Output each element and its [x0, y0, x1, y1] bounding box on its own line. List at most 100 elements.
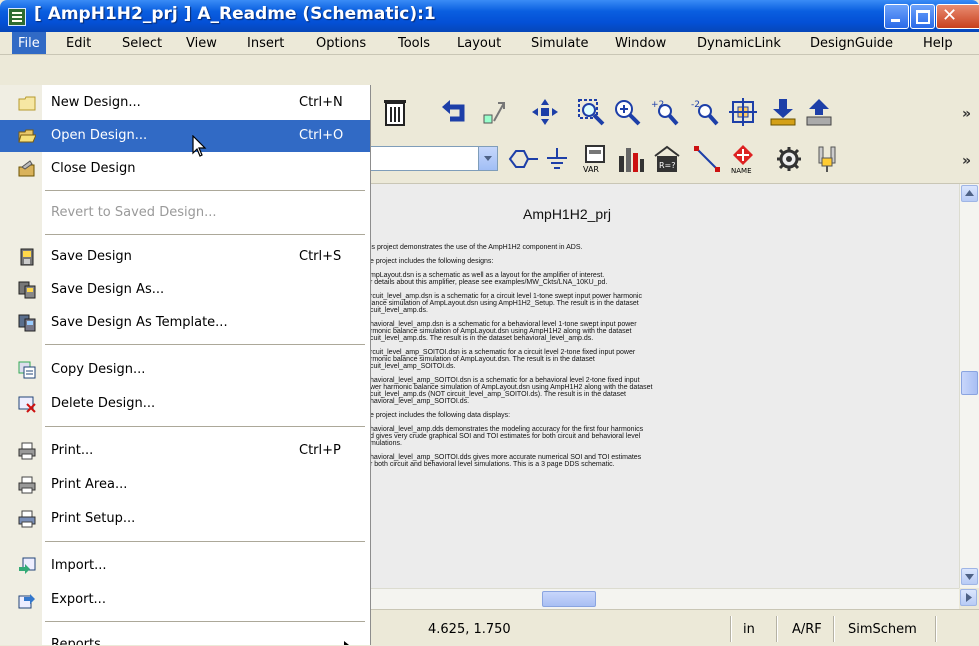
scroll-up-button[interactable] [961, 185, 978, 202]
menu-separator [45, 426, 365, 427]
document-title: AmpH1H2_prj [523, 206, 611, 222]
zoom-icon[interactable] [610, 95, 644, 129]
menu-item-close-design[interactable]: Close Design [0, 153, 370, 185]
document-paragraph: havioral_level_amp.dsn is a schematic fo… [370, 321, 637, 342]
chevron-down-icon[interactable] [478, 147, 497, 170]
rotate-icon[interactable] [478, 95, 512, 129]
view-all-icon[interactable] [726, 95, 760, 129]
menu-item-new-design[interactable]: New Design... Ctrl+N [0, 87, 370, 119]
maximize-button[interactable] [910, 4, 935, 29]
status-divider [730, 616, 732, 642]
equation-icon[interactable]: R=? [650, 142, 684, 176]
zoom-out-icon[interactable]: -2 [688, 95, 722, 129]
status-mode: SimSchem [848, 622, 917, 637]
document-paragraph: havioral_level_amp.dds demonstrates the … [370, 426, 644, 447]
save-template-icon [18, 314, 36, 332]
name-icon[interactable]: NAME [726, 142, 760, 176]
menu-window[interactable]: Window [615, 36, 666, 51]
menu-item-import[interactable]: Import... [0, 550, 370, 582]
horizontal-scroll-thumb[interactable] [542, 591, 596, 607]
print-area-icon [18, 476, 36, 494]
zoom-area-icon[interactable] [574, 95, 608, 129]
menu-item-export[interactable]: Export... [0, 584, 370, 616]
menu-view[interactable]: View [186, 36, 217, 51]
menu-separator [45, 541, 365, 542]
toolbar2-overflow-icon[interactable]: » [962, 153, 971, 169]
menu-item-print[interactable]: Print... Ctrl+P [0, 435, 370, 467]
move-icon[interactable] [528, 95, 562, 129]
new-design-icon [18, 94, 36, 112]
status-units: in [743, 622, 755, 637]
status-divider [776, 616, 778, 642]
document-paragraph: havioral_level_amp_SOITOI.dds gives more… [370, 454, 642, 468]
menu-dynamiclink[interactable]: DynamicLink [697, 36, 781, 51]
menu-item-reports[interactable]: Reports [0, 629, 370, 645]
component-library-icon[interactable] [772, 142, 806, 176]
window-title: [ AmpH1H2_prj ] A_Readme (Schematic):1 [34, 4, 436, 24]
menu-edit[interactable]: Edit [66, 36, 91, 51]
menu-item-delete-design[interactable]: Delete Design... [0, 388, 370, 420]
undo-icon[interactable] [438, 95, 472, 129]
file-menu-dropdown: New Design... Ctrl+N Open Design... Ctrl… [0, 85, 371, 645]
toolbar-overflow-icon[interactable]: » [962, 106, 971, 122]
status-bar: 4.625, 1.750 in A/RF SimSchem [370, 609, 979, 646]
status-technology: A/RF [792, 622, 822, 637]
menu-help[interactable]: Help [923, 36, 953, 51]
bar-chart-icon[interactable] [614, 142, 648, 176]
zoom-in-icon[interactable]: +2 [648, 95, 682, 129]
horizontal-scrollbar[interactable] [370, 588, 959, 609]
menu-bar: File Edit Select View Insert Options Too… [0, 32, 979, 55]
var-label: VAR [583, 165, 599, 174]
menu-item-print-setup[interactable]: Print Setup... [0, 503, 370, 535]
menu-item-save-design-template[interactable]: Save Design As Template... [0, 307, 370, 339]
menu-file[interactable]: File [12, 32, 46, 54]
app-icon[interactable] [8, 8, 26, 26]
menu-separator [45, 344, 365, 345]
tuning-icon[interactable] [810, 142, 844, 176]
status-coordinates: 4.625, 1.750 [428, 622, 511, 637]
wire-icon[interactable] [690, 142, 724, 176]
status-divider [833, 616, 835, 642]
scroll-right-button[interactable] [960, 589, 977, 606]
scroll-corner [959, 588, 979, 608]
minimize-button[interactable] [884, 4, 909, 29]
schematic-canvas[interactable]: AmpH1H2_prj is project demonstrates the … [370, 184, 959, 588]
menu-separator [45, 234, 365, 235]
menu-separator [45, 190, 365, 191]
menu-designguide[interactable]: DesignGuide [810, 36, 893, 51]
menu-item-save-design-as[interactable]: Save Design As... [0, 274, 370, 306]
document-paragraph: havioral_level_amp_SOITOI.dsn is a schem… [370, 377, 653, 405]
open-folder-icon [18, 127, 37, 145]
delete-icon[interactable] [378, 95, 412, 129]
menu-item-revert-design[interactable]: Revert to Saved Design... [0, 197, 370, 229]
menu-item-print-area[interactable]: Print Area... [0, 469, 370, 501]
submenu-arrow-icon [344, 641, 353, 645]
menu-layout[interactable]: Layout [457, 36, 501, 51]
name-label: NAME [731, 167, 752, 175]
title-bar: [ AmpH1H2_prj ] A_Readme (Schematic):1 [0, 0, 979, 32]
menu-select[interactable]: Select [122, 36, 162, 51]
var-icon[interactable]: VAR [578, 142, 612, 176]
print-icon [18, 442, 36, 460]
menu-item-open-design[interactable]: Open Design... Ctrl+O [0, 120, 370, 152]
menu-options[interactable]: Options [316, 36, 366, 51]
menu-tools[interactable]: Tools [398, 36, 430, 51]
document-paragraph: e project includes the following data di… [370, 412, 511, 419]
import-icon [18, 557, 36, 575]
menu-item-copy-design[interactable]: Copy Design... [0, 354, 370, 386]
ground-icon[interactable] [540, 142, 574, 176]
vertical-scroll-thumb[interactable] [961, 371, 978, 395]
port-icon[interactable] [506, 142, 540, 176]
menu-insert[interactable]: Insert [247, 36, 284, 51]
scroll-down-button[interactable] [961, 568, 978, 585]
pop-up-icon[interactable] [802, 95, 836, 129]
close-button[interactable] [936, 4, 979, 29]
menu-simulate[interactable]: Simulate [531, 36, 588, 51]
component-palette-combo[interactable] [370, 146, 498, 171]
menu-item-save-design[interactable]: Save Design Ctrl+S [0, 241, 370, 273]
status-divider [935, 616, 937, 642]
document-text: is project demonstrates the use of the A… [370, 244, 800, 475]
vertical-scrollbar[interactable] [959, 184, 979, 588]
document-paragraph: is project demonstrates the use of the A… [370, 244, 583, 251]
push-down-icon[interactable] [766, 95, 800, 129]
